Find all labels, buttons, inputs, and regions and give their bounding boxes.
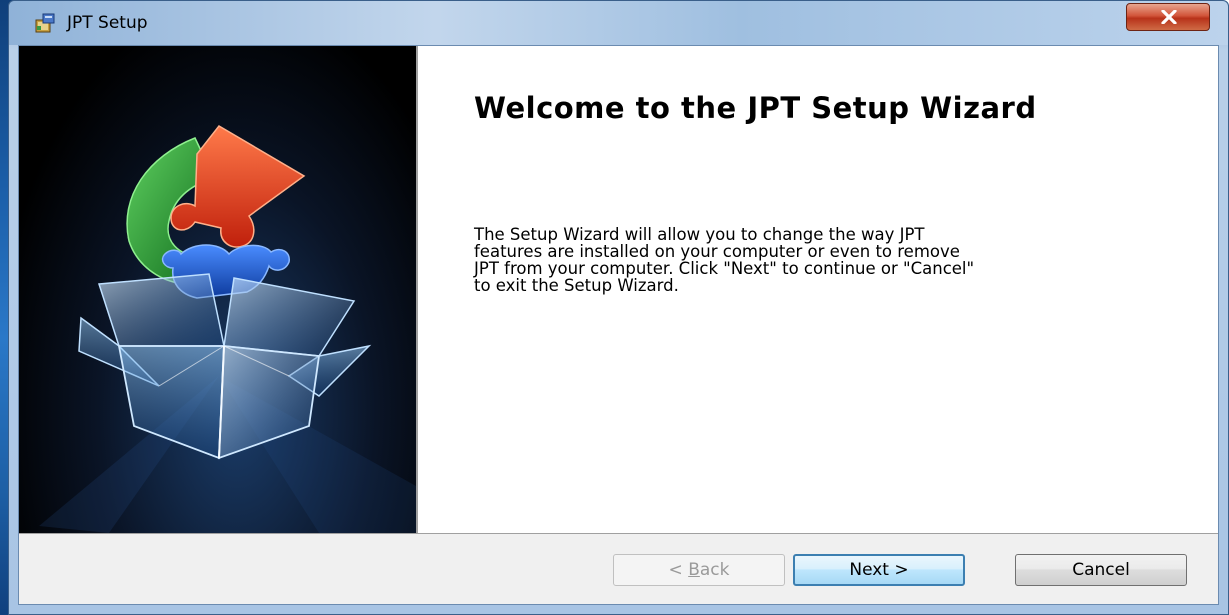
page-title: Welcome to the JPT Setup Wizard [474, 91, 1037, 125]
wizard-client-area: Welcome to the JPT Setup Wizard The Setu… [18, 45, 1219, 605]
wizard-banner-image [19, 46, 416, 533]
back-button-prefix: < [668, 560, 689, 580]
window-title: JPT Setup [67, 13, 148, 33]
back-button[interactable]: < Back [613, 554, 785, 586]
cancel-button[interactable]: Cancel [1015, 554, 1187, 586]
wizard-button-bar: < Back Next > Cancel [19, 533, 1218, 604]
next-button[interactable]: Next > [793, 554, 965, 586]
close-x-icon [1161, 10, 1177, 24]
setup-window: JPT Setup Welcome to the JPT Setup Wizar… [8, 0, 1229, 615]
back-button-rest: ack [699, 560, 730, 580]
close-button[interactable] [1126, 3, 1210, 31]
welcome-description: The Setup Wizard will allow you to chang… [474, 225, 975, 295]
installer-icon [35, 13, 55, 33]
back-button-mnemonic: B [688, 560, 700, 580]
wizard-content: Welcome to the JPT Setup Wizard The Setu… [418, 46, 1218, 533]
title-bar[interactable]: JPT Setup [9, 1, 1228, 45]
puzzle-box-illustration [39, 125, 416, 533]
